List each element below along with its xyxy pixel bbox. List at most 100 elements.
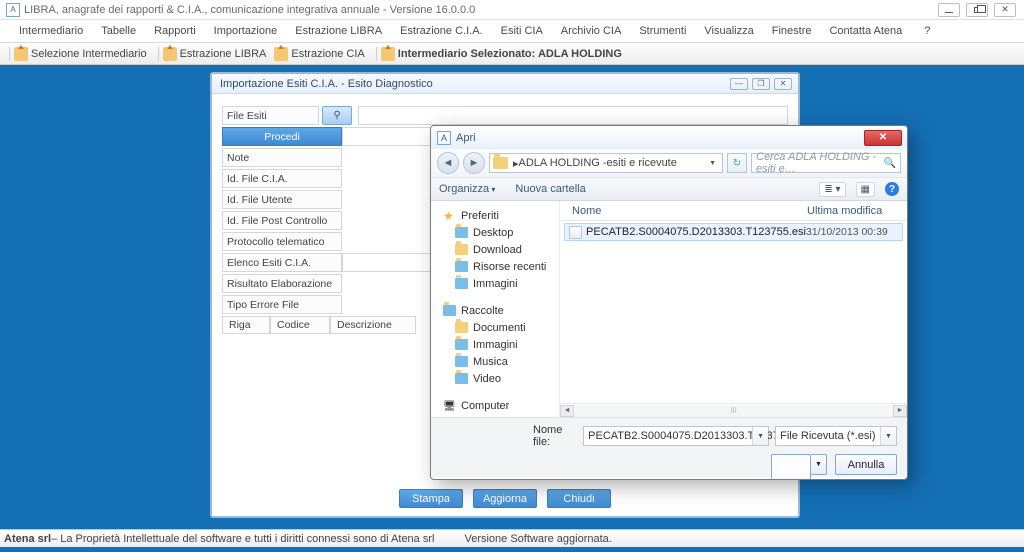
file-row[interactable]: PECATB2.S0004075.D2013303.T123755.esi 31… <box>564 223 903 241</box>
menu-strumenti[interactable]: Strumenti <box>630 25 695 37</box>
file-name: PECATB2.S0004075.D2013303.T123755.esi <box>586 226 806 238</box>
chevron-down-icon[interactable]: ▼ <box>703 160 722 167</box>
scroll-right-button[interactable]: ► <box>893 405 907 417</box>
help-icon[interactable]: ? <box>885 182 899 196</box>
menu-finestre[interactable]: Finestre <box>763 25 821 37</box>
refresh-button[interactable]: ↻ <box>727 153 747 173</box>
cancel-button[interactable]: Annulla <box>835 454 897 475</box>
open-dialog-close-button[interactable]: ✕ <box>864 130 902 146</box>
menu-rapporti[interactable]: Rapporti <box>145 25 205 37</box>
breadcrumb-folder: ADLA HOLDING -esiti e ricevute <box>519 157 677 169</box>
toolbar-selezione-intermediario[interactable]: Selezione Intermediario <box>31 48 147 60</box>
menu-estrazione-cia[interactable]: Estrazione C.I.A. <box>391 25 492 37</box>
menu-intermediario[interactable]: Intermediario <box>10 25 92 37</box>
file-list[interactable]: PECATB2.S0004075.D2013303.T123755.esi 31… <box>560 221 907 403</box>
tree-risorse-recenti[interactable]: Risorse recenti <box>473 261 546 273</box>
tree-immagini[interactable]: Immagini <box>473 278 518 290</box>
label-tipo-errore: Tipo Errore File <box>222 295 342 314</box>
window-controls <box>938 3 1024 17</box>
back-button[interactable]: ◄ <box>437 152 459 174</box>
tree-documenti[interactable]: Documenti <box>473 322 526 334</box>
tree-desktop[interactable]: Desktop <box>473 227 513 239</box>
open-dropdown-button[interactable]: ▼ <box>811 454 827 475</box>
video-icon <box>455 373 468 384</box>
menu-help[interactable]: ? <box>915 25 939 37</box>
chiudi-button[interactable]: Chiudi <box>547 489 611 508</box>
menu-archivio-cia[interactable]: Archivio CIA <box>552 25 631 37</box>
menu-importazione[interactable]: Importazione <box>205 25 287 37</box>
status-company: Atena srl <box>4 533 51 545</box>
procedi-button[interactable]: Procedi <box>222 127 342 146</box>
star-icon <box>443 209 456 222</box>
toolbar-estrazione-cia[interactable]: Estrazione CIA <box>291 48 364 60</box>
label-risultato: Risultato Elaborazione <box>222 274 342 293</box>
menu-tabelle[interactable]: Tabelle <box>92 25 145 37</box>
home-icon <box>274 47 288 61</box>
toolbar-estrazione-libra[interactable]: Estrazione LIBRA <box>180 48 267 60</box>
menubar: Intermediario Tabelle Rapporti Importazi… <box>0 20 1024 43</box>
menu-esiti-cia[interactable]: Esiti CIA <box>492 25 552 37</box>
tree-computer[interactable]: Computer <box>461 400 509 412</box>
tree-immagini-2[interactable]: Immagini <box>473 339 518 351</box>
filetype-combo[interactable]: File Ricevuta (*.esi) ▼ <box>775 426 897 446</box>
chevron-down-icon[interactable]: ▼ <box>752 427 768 445</box>
col-riga[interactable]: Riga <box>222 316 270 334</box>
statusbar: Atena srl – La Proprietà Intellettuale d… <box>0 529 1024 547</box>
restore-button[interactable] <box>966 3 988 17</box>
home-icon <box>14 47 28 61</box>
tree-raccolte[interactable]: Raccolte <box>461 305 504 317</box>
mdi-canvas: Importazione Esiti C.I.A. - Esito Diagno… <box>0 65 1024 552</box>
col-nome[interactable]: Nome <box>560 205 807 217</box>
status-version: Versione Software aggiornata. <box>464 533 611 545</box>
new-folder-button[interactable]: Nuova cartella <box>515 183 585 195</box>
open-dialog-navbar: ◄ ► ▸ ADLA HOLDING -esiti e ricevute ▼ ↻… <box>431 149 907 177</box>
stampa-button[interactable]: Stampa <box>399 489 463 508</box>
scroll-track[interactable]: III <box>574 405 893 417</box>
open-button[interactable]: Apri <box>771 454 811 480</box>
aggiorna-button[interactable]: Aggiorna <box>473 489 537 508</box>
breadcrumb-path[interactable]: ▸ ADLA HOLDING -esiti e ricevute ▼ <box>489 153 723 173</box>
separator <box>376 47 378 61</box>
scroll-left-button[interactable]: ◄ <box>560 405 574 417</box>
filename-combo[interactable]: PECATB2.S0004075.D2013303.T123755.esi ▼ <box>583 426 769 446</box>
label-elenco-esiti: Elenco Esiti C.I.A. <box>222 253 342 272</box>
toolbar: Selezione Intermediario Estrazione LIBRA… <box>0 43 1024 65</box>
label-protocollo-telematico: Protocollo telematico <box>222 232 342 251</box>
chevron-down-icon[interactable]: ▼ <box>880 427 896 445</box>
view-mode-button[interactable]: ≣ ▾ <box>819 182 845 197</box>
col-descrizione[interactable]: Descrizione <box>330 316 416 334</box>
esito-titlebar: Importazione Esiti C.I.A. - Esito Diagno… <box>212 74 798 94</box>
folder-icon <box>455 322 468 333</box>
file-esiti-field[interactable] <box>358 106 788 125</box>
esito-minimize-button[interactable]: — <box>730 78 748 90</box>
computer-icon <box>443 400 456 411</box>
tree-download[interactable]: Download <box>473 244 522 256</box>
col-codice[interactable]: Codice <box>270 316 330 334</box>
horizontal-scrollbar[interactable]: ◄ III ► <box>560 403 907 417</box>
forward-button[interactable]: ► <box>463 152 485 174</box>
separator <box>9 47 11 61</box>
esito-restore-button[interactable]: ❐ <box>752 78 770 90</box>
search-placeholder: Cerca ADLA HOLDING -esiti e… <box>756 151 884 175</box>
minimize-button[interactable] <box>938 3 960 17</box>
menu-estrazione-libra[interactable]: Estrazione LIBRA <box>286 25 391 37</box>
tree-preferiti[interactable]: Preferiti <box>461 210 499 222</box>
organize-button[interactable]: Organizza <box>439 183 495 195</box>
menu-visualizza[interactable]: Visualizza <box>695 25 762 37</box>
libraries-icon <box>443 305 456 316</box>
file-date: 31/10/2013 00:39 <box>806 226 902 238</box>
tree-video[interactable]: Video <box>473 373 501 385</box>
menu-contatta-atena[interactable]: Contatta Atena <box>820 25 911 37</box>
esito-close-button[interactable]: ✕ <box>774 78 792 90</box>
columns-button[interactable]: ▦ <box>856 182 875 197</box>
tree-musica[interactable]: Musica <box>473 356 508 368</box>
close-button[interactable] <box>994 3 1016 17</box>
app-icon: A <box>6 3 20 17</box>
tree-acer-c[interactable]: Acer (C:) <box>473 417 517 418</box>
esito-title: Importazione Esiti C.I.A. - Esito Diagno… <box>220 78 433 90</box>
home-icon <box>381 47 395 61</box>
navigation-tree[interactable]: Preferiti Desktop Download Risorse recen… <box>431 201 560 417</box>
search-input[interactable]: Cerca ADLA HOLDING -esiti e… 🔍 <box>751 153 901 173</box>
browse-button[interactable]: ⚲ <box>322 106 352 125</box>
col-ultima-modifica[interactable]: Ultima modifica <box>807 205 907 217</box>
